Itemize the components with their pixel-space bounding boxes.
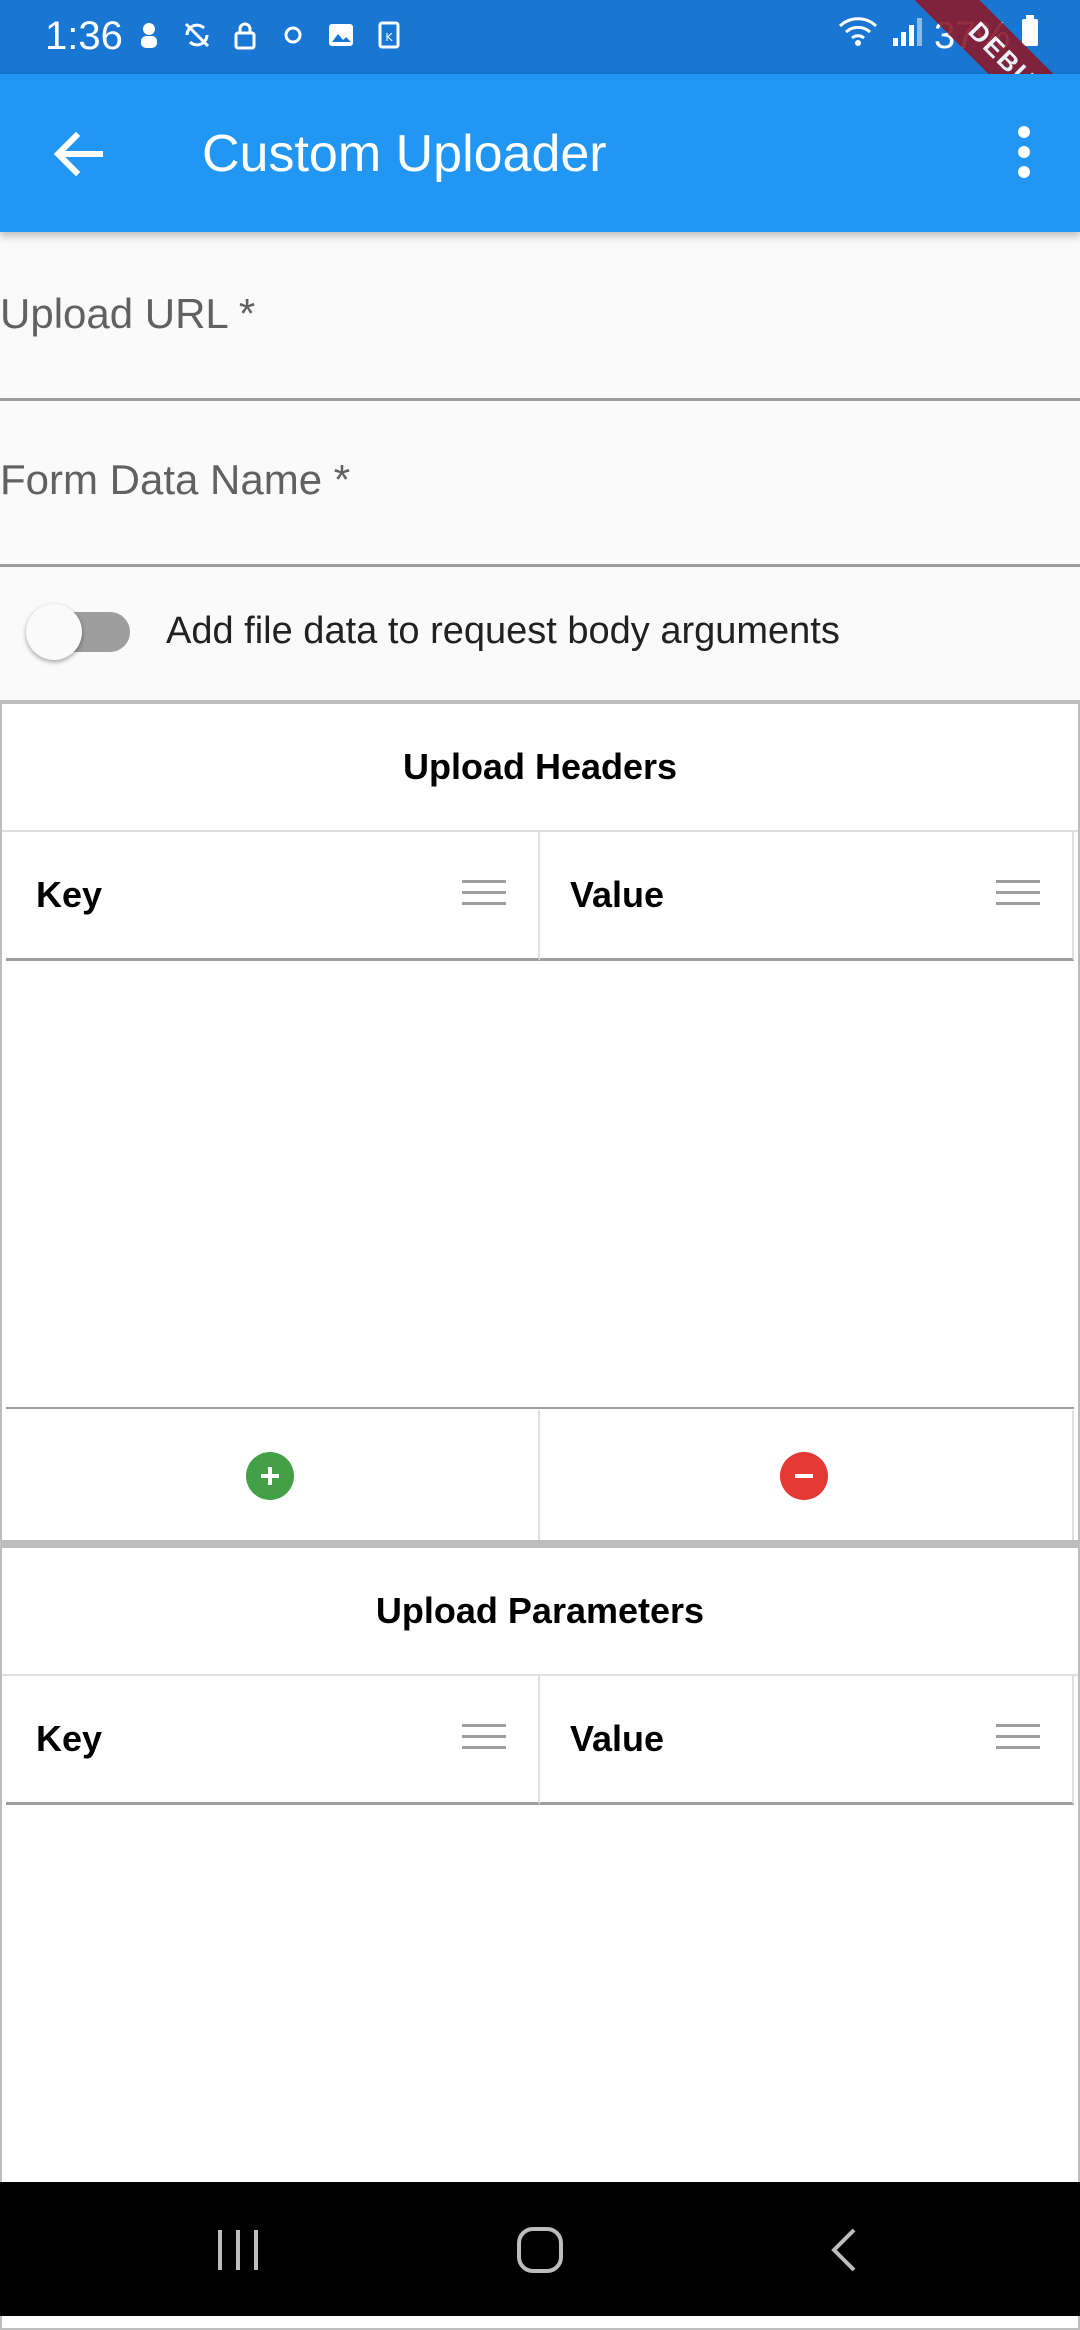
lock-icon: [228, 18, 262, 52]
headers-value-column[interactable]: Value: [540, 832, 1074, 961]
status-bar: 1:36 K 37% DEBUG: [0, 0, 1080, 172]
recent-apps-icon: [218, 2230, 258, 2270]
back-nav-button[interactable]: [816, 2222, 876, 2278]
svg-text:K: K: [385, 31, 393, 44]
file-data-switch[interactable]: [26, 604, 82, 660]
headers-key-column[interactable]: Key: [6, 832, 540, 961]
drag-handle-icon[interactable]: [462, 1722, 506, 1752]
circle-icon: [276, 18, 310, 52]
drag-handle-icon[interactable]: [996, 1722, 1040, 1752]
chevron-left-icon: [831, 2228, 856, 2272]
add-header-cell: [6, 1410, 540, 1540]
form-data-name-placeholder: Form Data Name *: [0, 456, 351, 503]
file-data-switch-row: Add file data to request body arguments: [0, 566, 1080, 703]
overflow-menu-button[interactable]: [1004, 120, 1044, 184]
sync-off-icon: [180, 18, 214, 52]
back-button[interactable]: [48, 124, 108, 184]
add-header-button[interactable]: [246, 1452, 294, 1500]
status-notification-icons: K: [132, 18, 406, 52]
add-circle-icon: [261, 1467, 279, 1485]
more-vert-icon: [1018, 126, 1030, 178]
remove-header-cell: [540, 1410, 1074, 1540]
upload-headers-title: Upload Headers: [2, 704, 1078, 832]
home-icon: [517, 2227, 563, 2273]
status-time: 1:36: [45, 14, 123, 58]
headers-value-label: Value: [570, 874, 665, 915]
upload-url-placeholder: Upload URL *: [0, 290, 256, 337]
wifi-icon: [836, 14, 880, 58]
arrow-left-icon: [53, 131, 103, 177]
drag-handle-icon[interactable]: [996, 878, 1040, 908]
upload-url-field[interactable]: Upload URL *: [0, 232, 1080, 401]
app-bar: Custom Uploader: [0, 74, 1080, 232]
headers-key-label: Key: [36, 874, 103, 915]
remove-header-button[interactable]: [780, 1452, 828, 1500]
recent-apps-button[interactable]: [208, 2222, 268, 2278]
headers-table-body: [6, 961, 1074, 1409]
signal-icon: [890, 14, 924, 58]
drag-handle-icon[interactable]: [462, 878, 506, 908]
notification-icon: [132, 18, 166, 52]
form-data-name-field[interactable]: Form Data Name *: [0, 401, 1080, 567]
parameters-value-column[interactable]: Value: [540, 1676, 1074, 1805]
parameters-value-label: Value: [570, 1718, 665, 1759]
image-icon: [324, 18, 358, 52]
parameters-key-label: Key: [36, 1718, 103, 1759]
parameters-key-column[interactable]: Key: [6, 1676, 540, 1805]
remove-circle-icon: [795, 1474, 813, 1478]
upload-parameters-title: Upload Parameters: [2, 1548, 1078, 1676]
page-title: Custom Uploader: [202, 125, 607, 183]
system-nav-bar: [0, 2182, 1080, 2316]
file-data-switch-label: Add file data to request body arguments: [166, 610, 840, 652]
sim-card-icon: K: [372, 18, 406, 52]
upload-headers-table: Upload Headers Key Value: [0, 702, 1080, 1544]
home-button[interactable]: [510, 2222, 570, 2278]
